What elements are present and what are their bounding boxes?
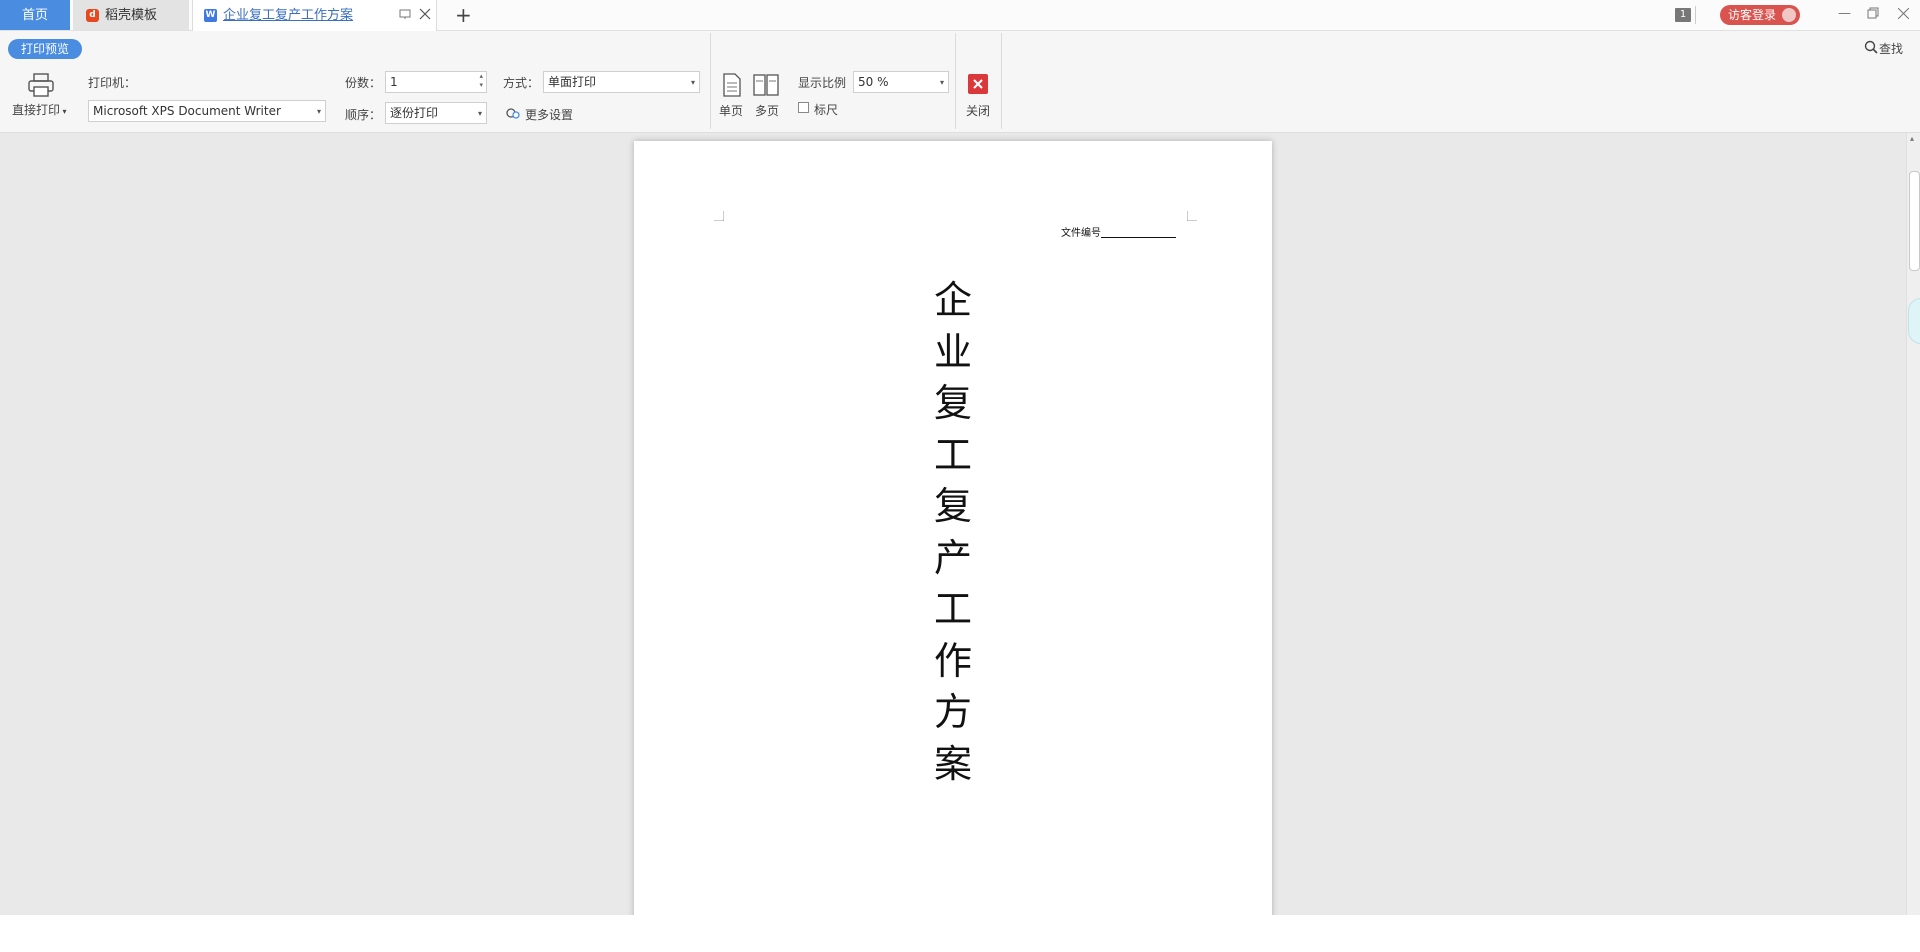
close-preview-button[interactable]: 关闭 [966, 102, 990, 119]
zoom-label: 显示比例 [798, 76, 847, 90]
multi-page-icon[interactable] [753, 73, 779, 101]
title-char: 复 [933, 381, 972, 425]
close-tab-icon[interactable] [419, 8, 431, 23]
zoom-select[interactable]: 50 % ▾ [853, 71, 949, 93]
chevron-down-icon: ▾ [477, 109, 482, 118]
multi-page-button[interactable]: 多页 [755, 102, 779, 119]
close-window-icon[interactable] [1897, 7, 1910, 23]
docer-logo-icon: d [86, 9, 99, 22]
search-button[interactable]: 查找 [1864, 40, 1903, 58]
single-page-button[interactable]: 单页 [719, 102, 743, 119]
title-char: 产 [933, 536, 972, 580]
order-select-value: 逐份打印 [390, 106, 439, 120]
minimize-icon[interactable]: — [1838, 6, 1851, 21]
method-label: 方式： [503, 76, 540, 90]
scrollbar-thumb[interactable] [1909, 171, 1920, 271]
zoom-select-value: 50 % [858, 75, 889, 89]
new-tab-button[interactable]: + [455, 4, 472, 26]
printer-icon[interactable] [28, 73, 54, 101]
toolbar-divider [955, 33, 956, 129]
copies-value: 1 [390, 75, 398, 89]
file-number-underline [1101, 237, 1176, 238]
search-icon [1864, 40, 1878, 58]
printer-label: 打印机： [88, 76, 137, 90]
avatar-icon [1782, 8, 1796, 22]
tab-document-label: 企业复工复产工作方案 [223, 8, 354, 23]
tab-home-label: 首页 [21, 8, 48, 23]
pin-tab-icon[interactable] [399, 8, 411, 23]
vertical-scrollbar[interactable]: ▴ [1906, 133, 1920, 915]
chevron-down-icon: ▾ [939, 78, 944, 87]
more-settings-label: 更多设置 [525, 108, 574, 122]
print-preview-toolbar: 打印预览 直接打印 ▾ 打印机： Microsoft XPS Document … [0, 31, 1920, 133]
title-char: 作 [933, 639, 972, 683]
toolbar-divider [1001, 33, 1002, 129]
title-char: 案 [933, 742, 972, 786]
print-preview-badge: 打印预览 [8, 39, 82, 59]
search-label: 查找 [1879, 42, 1904, 56]
title-char: 方 [933, 690, 972, 734]
order-label: 顺序： [345, 108, 382, 122]
crop-mark-top-right [1187, 211, 1197, 221]
title-char: 业 [933, 330, 972, 374]
title-char: 工 [933, 587, 972, 631]
stepper-arrows-icon[interactable]: ▴ ▾ [479, 72, 483, 90]
printer-select[interactable]: Microsoft XPS Document Writer ▾ [88, 100, 326, 122]
floating-assistant-icon[interactable] [1908, 298, 1920, 344]
toolbar-divider [710, 33, 711, 129]
title-char: 企 [933, 278, 972, 322]
scroll-top-icon[interactable]: ▴ [1910, 135, 1914, 143]
tab-document[interactable]: W 企业复工复产工作方案 [192, 0, 437, 31]
divider [1695, 6, 1696, 24]
chevron-down-icon: ▾ [690, 78, 695, 87]
guest-login-label: 访客登录 [1728, 8, 1777, 22]
title-char: 工 [933, 433, 972, 477]
settings-gear-icon [505, 108, 521, 124]
method-select-value: 单面打印 [548, 75, 597, 89]
document-page: 文件编号 企 业 复 工 复 产 工 作 方 案 [634, 141, 1272, 915]
close-preview-icon[interactable] [968, 74, 988, 94]
chevron-down-icon: ▾ [60, 107, 67, 116]
direct-print-label: 直接打印 [12, 103, 61, 117]
title-char: 复 [933, 484, 972, 528]
ruler-checkbox[interactable] [798, 102, 809, 113]
tab-docer-label: 稻壳模板 [105, 8, 158, 23]
tab-bar: 首页 d 稻壳模板 W 企业复工复产工作方案 + 1 访客登录 — [0, 0, 1920, 31]
tab-home[interactable]: 首页 [0, 0, 70, 30]
file-number-label: 文件编号 [1061, 228, 1101, 239]
single-page-icon[interactable] [722, 73, 742, 101]
window-count-badge[interactable]: 1 [1675, 8, 1691, 22]
ruler-label: 标尺 [814, 103, 839, 117]
order-select[interactable]: 逐份打印 ▾ [385, 102, 487, 124]
preview-workspace: 文件编号 企 业 复 工 复 产 工 作 方 案 [0, 133, 1906, 915]
crop-mark-top-left [714, 211, 724, 221]
chevron-down-icon: ▾ [316, 107, 321, 116]
printer-select-value: Microsoft XPS Document Writer [93, 104, 281, 118]
copies-label: 份数： [345, 76, 382, 90]
restore-icon[interactable] [1867, 7, 1879, 23]
guest-login-button[interactable]: 访客登录 [1720, 5, 1800, 25]
writer-doc-icon: W [204, 9, 217, 22]
copies-stepper[interactable]: 1 ▴ ▾ [385, 71, 487, 93]
direct-print-button[interactable]: 直接打印 ▾ [12, 101, 67, 118]
method-select[interactable]: 单面打印 ▾ [543, 71, 700, 93]
more-settings-button[interactable]: 更多设置 [505, 106, 573, 124]
tab-docer-templates[interactable]: d 稻壳模板 [73, 0, 189, 30]
